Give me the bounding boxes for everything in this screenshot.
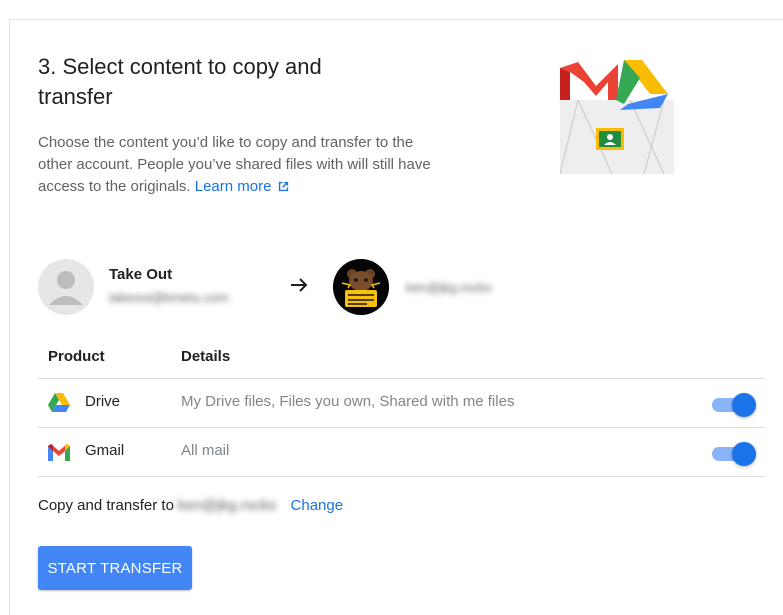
source-avatar (38, 259, 94, 315)
step-title: 3. Select content to copy and transfer (38, 54, 322, 109)
source-account-email: takeout@kmetu.com (109, 290, 229, 305)
product-table: Product Details Drive My Drive files, Fi… (38, 340, 765, 477)
table-row: Drive My Drive files, Files you own, Sha… (38, 379, 765, 428)
open-in-new-icon (279, 181, 289, 192)
table-row: Gmail All mail (38, 428, 765, 477)
product-name: Gmail (85, 442, 125, 459)
source-account-name: Take Out (109, 266, 173, 283)
copy-destination-email: ken@jkg.rocks (177, 497, 277, 514)
product-name: Drive (85, 393, 121, 410)
product-details: My Drive files, Files you own, Shared wi… (181, 393, 515, 410)
person-icon (49, 271, 83, 305)
learn-more-link[interactable]: Learn more (195, 178, 291, 195)
jkg-rocks-logo (333, 259, 389, 315)
start-transfer-button[interactable]: START TRANSFER (38, 546, 192, 590)
table-header: Product Details (38, 340, 765, 379)
destination-account-email: ken@jkg.rocks (406, 280, 492, 295)
transfer-illustration (560, 60, 674, 174)
copy-destination-line: Copy and transfer to ken@jkg.rocks Change (38, 497, 343, 514)
gmail-toggle[interactable] (712, 442, 756, 466)
google-drive-icon (48, 393, 70, 412)
step-description: Choose the content you’d like to copy an… (38, 132, 438, 198)
toggle-thumb (732, 393, 756, 417)
toggle-thumb (732, 442, 756, 466)
account-transfer-row: Take Out takeout@kmetu.com ken@jkg.rocks (38, 258, 758, 318)
column-header-product: Product (48, 348, 105, 365)
column-header-details: Details (181, 348, 231, 365)
left-divider (9, 19, 10, 615)
arrow-right-icon (291, 278, 308, 292)
learn-more-label: Learn more (194, 178, 272, 195)
change-destination-link[interactable]: Change (291, 497, 344, 514)
gmail-icon (48, 444, 70, 461)
product-details: All mail (181, 442, 230, 459)
drive-toggle[interactable] (712, 393, 756, 417)
destination-avatar (333, 259, 389, 315)
copy-prefix: Copy and transfer to (38, 497, 174, 514)
top-divider (10, 19, 783, 20)
